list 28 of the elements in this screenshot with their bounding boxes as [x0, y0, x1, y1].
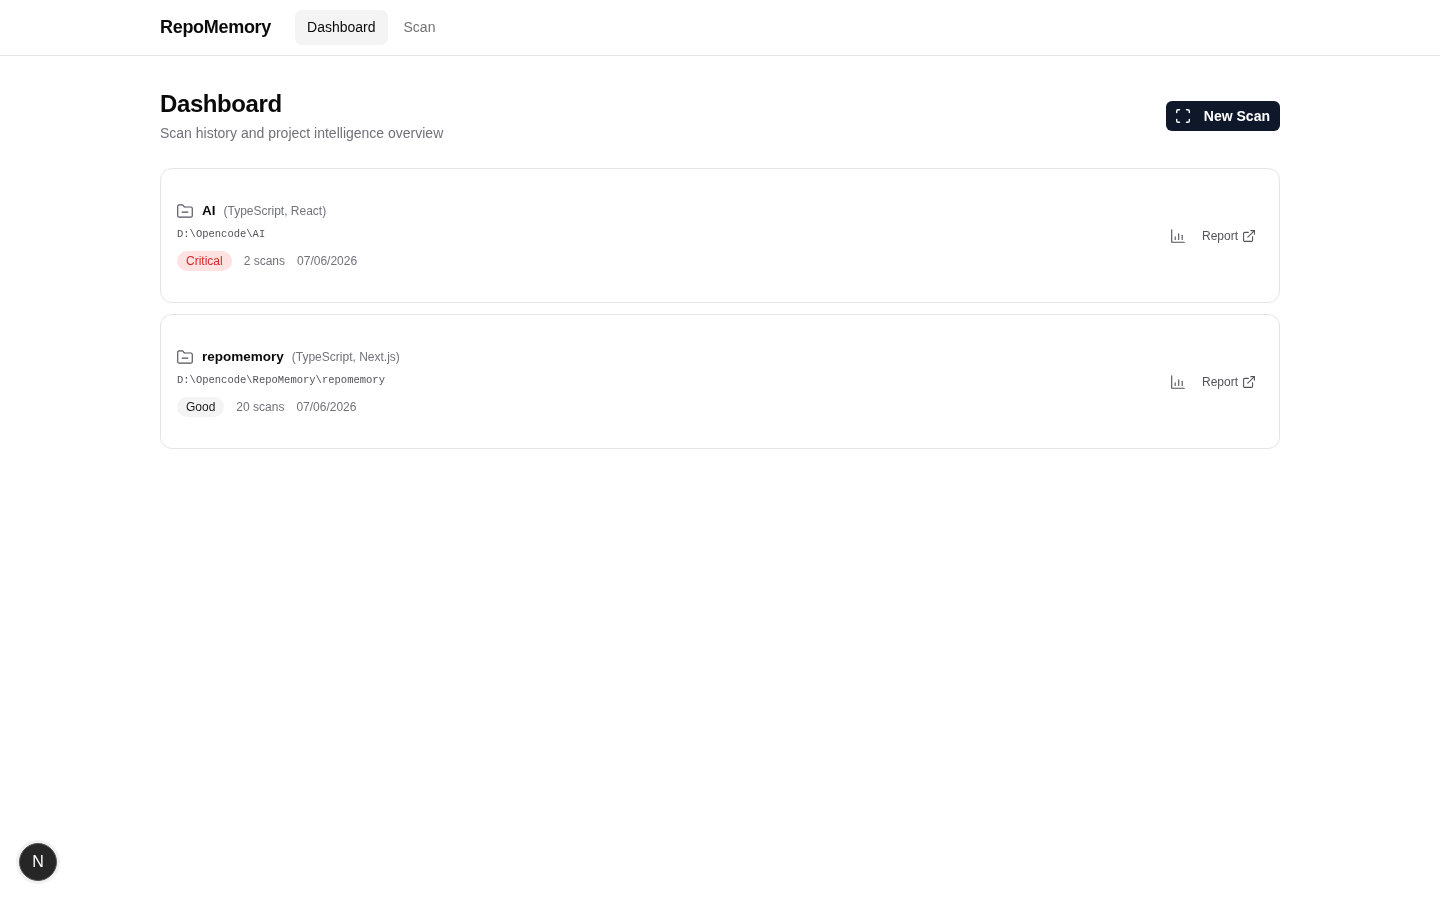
dev-tools-button[interactable]: N [19, 843, 57, 881]
status-badge: Good [177, 396, 225, 417]
page-subtitle: Scan history and project intelligence overview [160, 124, 444, 143]
external-link-icon [1243, 375, 1255, 388]
project-path: D:\Opencode\RepoMemory\repomemory [177, 372, 386, 388]
status-badge: Critical [177, 250, 232, 271]
page-title: Dashboard [160, 89, 283, 119]
bar-chart-icon [1170, 228, 1185, 243]
app-brand[interactable]: RepoMemory [160, 14, 272, 41]
new-scan-button[interactable]: New Scan [1165, 101, 1280, 131]
folder-icon [177, 203, 193, 218]
report-link[interactable]: Report [1201, 226, 1255, 245]
scan-frame-icon [1175, 109, 1190, 123]
external-link-icon [1243, 229, 1255, 242]
project-path: D:\Opencode\AI [177, 226, 267, 242]
nav-tab[interactable]: Dashboard [295, 10, 388, 45]
bar-chart-icon [1170, 374, 1185, 389]
scan-date: 07/06/2026 [297, 252, 358, 270]
scan-date: 07/06/2026 [296, 398, 357, 416]
scan-count: 20 scans [236, 398, 285, 416]
nav-tab[interactable]: Scan [391, 10, 448, 45]
report-link[interactable]: Report [1201, 372, 1255, 391]
project-name: repomemory [202, 347, 284, 366]
project-stack: (TypeScript, React) [223, 202, 327, 220]
folder-icon [177, 349, 193, 364]
project-stack: (TypeScript, Next.js) [291, 348, 400, 366]
project-name: AI [202, 201, 216, 220]
scan-count: 2 scans [243, 252, 286, 270]
